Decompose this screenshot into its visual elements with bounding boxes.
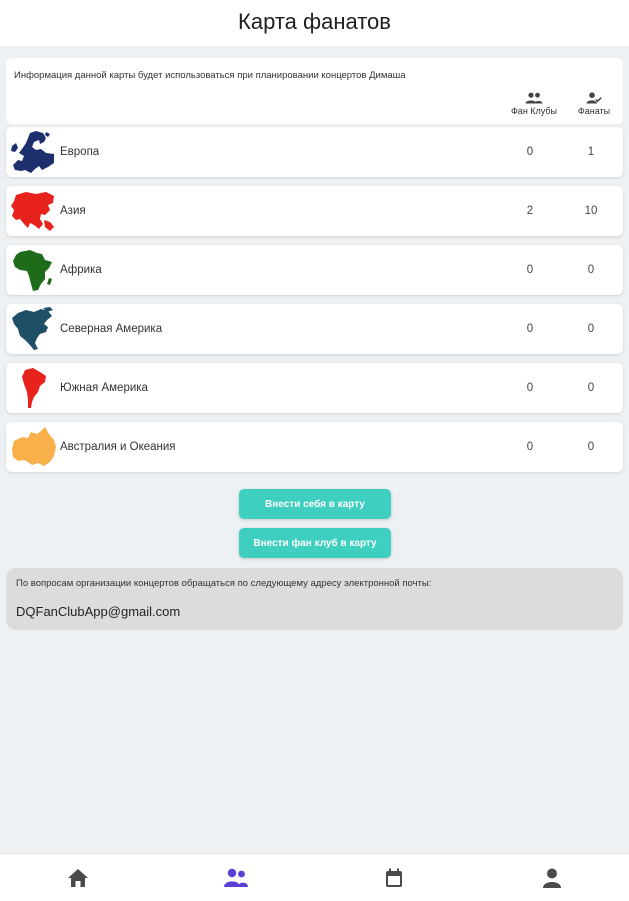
region-row-north-america[interactable]: Северная Америка 0 0 <box>6 304 623 354</box>
region-clubs-count: 0 <box>526 264 534 276</box>
contact-text: По вопросам организации концертов обраща… <box>16 578 432 589</box>
region-row-africa[interactable]: Африка 0 0 <box>6 245 623 295</box>
region-row-europe[interactable]: Европа 0 1 <box>6 127 623 177</box>
europe-map-icon <box>11 131 54 173</box>
app-header: Карта фанатов <box>0 0 629 46</box>
region-row-south-america[interactable]: Южная Америка 0 0 <box>6 363 623 413</box>
region-row-asia[interactable]: Азия 2 10 <box>6 186 623 236</box>
contact-email[interactable]: DQFanClubApp@gmail.com <box>16 604 180 619</box>
region-fans-count: 0 <box>587 323 595 335</box>
australia-map-icon <box>12 427 56 466</box>
info-text: Информация данной карты будет использова… <box>14 70 406 81</box>
column-label-clubs: Фан Клубы <box>510 106 558 116</box>
north-america-map-icon <box>12 307 53 350</box>
home-icon <box>68 869 88 887</box>
group-icon <box>525 92 543 104</box>
africa-map-icon <box>13 250 52 291</box>
column-header-fans: Фанаты <box>564 92 624 116</box>
bottom-nav <box>0 853 629 901</box>
contact-card: По вопросам организации концертов обраща… <box>6 568 623 630</box>
column-header-clubs: Фан Клубы <box>504 92 564 116</box>
region-clubs-count: 0 <box>526 441 534 453</box>
person-check-icon <box>586 92 602 104</box>
region-fans-count: 0 <box>587 382 595 394</box>
add-fan-club-button[interactable]: Внести фан клуб в карту <box>239 528 391 558</box>
region-clubs-count: 2 <box>526 205 534 217</box>
region-name: Европа <box>60 146 100 158</box>
column-label-fans: Фанаты <box>577 106 611 116</box>
region-clubs-count: 0 <box>526 323 534 335</box>
page-title: Карта фанатов <box>238 9 391 34</box>
add-self-button[interactable]: Внести себя в карту <box>239 489 391 519</box>
region-name: Азия <box>60 205 86 217</box>
nav-fans[interactable] <box>222 866 250 890</box>
asia-map-icon <box>11 192 54 231</box>
region-fans-count: 0 <box>587 441 595 453</box>
nav-profile[interactable] <box>538 866 566 890</box>
region-fans-count: 10 <box>584 205 598 217</box>
calendar-icon <box>386 868 402 887</box>
user-icon <box>543 868 561 888</box>
region-row-australia-oceania[interactable]: Австралия и Океания 0 0 <box>6 422 623 472</box>
nav-home[interactable] <box>64 866 92 890</box>
south-america-map-icon <box>22 368 46 408</box>
info-card: Информация данной карты будет использова… <box>6 58 623 124</box>
region-fans-count: 1 <box>587 146 595 158</box>
region-fans-count: 0 <box>587 264 595 276</box>
region-name: Австралия и Океания <box>60 441 176 453</box>
people-icon <box>224 868 248 887</box>
region-name: Северная Америка <box>60 323 163 335</box>
region-name: Африка <box>60 264 102 276</box>
region-clubs-count: 0 <box>526 382 534 394</box>
region-clubs-count: 0 <box>526 146 534 158</box>
nav-calendar[interactable] <box>380 866 408 890</box>
region-name: Южная Америка <box>60 382 148 394</box>
